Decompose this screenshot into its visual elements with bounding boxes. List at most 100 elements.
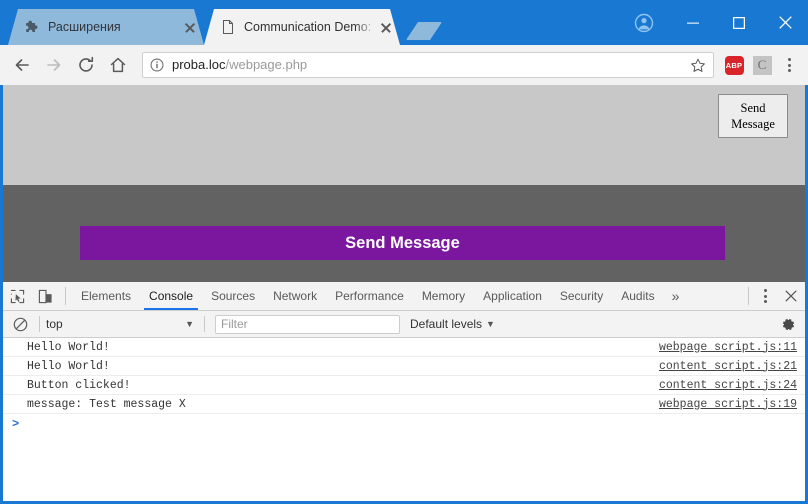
extension-adblock-plus-button[interactable]: ABP	[720, 49, 748, 81]
devtools-close-button[interactable]	[777, 282, 805, 310]
menu-dot	[787, 63, 791, 67]
extension-c-icon: C	[752, 55, 772, 75]
console-message-row[interactable]: Hello World! content script.js:21	[3, 357, 805, 376]
filterbar-divider	[204, 316, 205, 332]
puzzle-piece-icon	[26, 20, 38, 32]
tab-content: Расширения	[8, 9, 204, 45]
profile-avatar-button[interactable]	[618, 7, 670, 39]
home-icon	[110, 57, 126, 73]
console-message-row[interactable]: Button clicked! content script.js:24	[3, 376, 805, 395]
back-button[interactable]	[6, 49, 38, 81]
devtools-tab-performance[interactable]: Performance	[326, 282, 413, 310]
toolbar-divider	[65, 287, 66, 305]
tab-close-icon[interactable]	[182, 19, 198, 35]
native-button-line1: Send	[740, 101, 766, 115]
menu-dot	[763, 300, 767, 303]
clear-console-button[interactable]	[7, 311, 33, 337]
close-icon	[778, 16, 792, 29]
console-message-source-link[interactable]: webpage script.js:11	[659, 341, 797, 354]
log-levels-value: Default levels	[410, 317, 483, 331]
filterbar-divider	[39, 316, 40, 332]
execution-context-select[interactable]: top ▼	[46, 315, 198, 334]
devtools-tab-memory[interactable]: Memory	[413, 282, 474, 310]
clear-console-icon	[13, 317, 27, 331]
forward-button	[38, 49, 70, 81]
new-tab-button[interactable]	[406, 22, 442, 40]
tab-title: Расширения	[48, 20, 121, 34]
minimize-button[interactable]	[670, 7, 716, 39]
extension-c-button[interactable]: C	[748, 49, 776, 81]
console-input-prompt[interactable]: >	[3, 414, 805, 434]
reload-icon	[79, 56, 94, 72]
console-filter-bar: top ▼ Filter Default levels ▼	[3, 311, 805, 338]
devtools-settings-menu-button[interactable]	[753, 282, 777, 310]
devtools-tab-console[interactable]: Console	[140, 282, 202, 310]
inspect-element-button[interactable]	[3, 282, 31, 310]
console-message-source-link[interactable]: content script.js:21	[659, 360, 797, 373]
devtools-panel: Elements Console Sources Network Perform…	[0, 282, 808, 504]
home-button[interactable]	[102, 49, 134, 81]
reload-button[interactable]	[70, 49, 102, 81]
adblock-plus-icon: ABP	[724, 55, 744, 75]
devtools-settings-button[interactable]	[775, 317, 801, 332]
devtools-tab-network[interactable]: Network	[264, 282, 326, 310]
address-bar[interactable]: proba.loc/webpage.php	[142, 52, 714, 78]
chrome-menu-button[interactable]	[776, 49, 802, 81]
browser-tab-communication-demo[interactable]: Communication Demo: c	[204, 9, 400, 45]
devtools-tab-sources[interactable]: Sources	[202, 282, 264, 310]
maximize-icon	[733, 16, 745, 29]
console-message-row[interactable]: message: Test message X webpage script.j…	[3, 395, 805, 414]
minimize-icon	[687, 22, 699, 24]
devtools-tab-audits[interactable]: Audits	[612, 282, 663, 310]
filter-placeholder: Filter	[221, 317, 248, 331]
browser-tab-extensions[interactable]: Расширения	[8, 9, 204, 45]
window-controls	[618, 0, 808, 45]
profile-avatar-icon	[634, 13, 654, 32]
console-message-text: message: Test message X	[27, 397, 186, 411]
console-message-row[interactable]: Hello World! webpage script.js:11	[3, 338, 805, 357]
tabbar-divider	[748, 287, 749, 305]
devtools-tab-security[interactable]: Security	[551, 282, 612, 310]
forward-arrow-icon	[47, 59, 61, 71]
gear-icon	[782, 318, 794, 330]
tab-close-icon[interactable]	[378, 19, 394, 35]
console-message-source-link[interactable]: webpage script.js:19	[659, 398, 797, 411]
page-send-message-purple-button[interactable]: Send Message	[80, 226, 725, 260]
native-button-line2: Message	[731, 117, 775, 131]
device-toolbar-icon	[38, 289, 52, 303]
prompt-caret-icon: >	[12, 417, 20, 431]
console-message-source-link[interactable]: content script.js:24	[659, 379, 797, 392]
browser-window: Расширения Communication Demo: c proba.l…	[0, 0, 808, 504]
page-icon	[223, 20, 233, 34]
page-top-section: Send Message	[3, 85, 805, 185]
url-text: proba.loc/webpage.php	[172, 57, 685, 73]
page-viewport: Send Message Send Message	[0, 85, 808, 282]
devtools-tab-application[interactable]: Application	[474, 282, 551, 310]
close-button[interactable]	[762, 7, 808, 39]
menu-dot	[763, 294, 767, 298]
inspect-element-icon	[10, 289, 24, 303]
page-send-message-native-button[interactable]: Send Message	[718, 94, 788, 138]
tab-title: Communication Demo: c	[244, 20, 374, 34]
maximize-button[interactable]	[716, 7, 762, 39]
execution-context-value: top	[46, 317, 63, 331]
page-info-icon[interactable]	[149, 58, 165, 72]
chevron-down-icon: ▼	[185, 319, 194, 329]
title-bar: Расширения Communication Demo: c	[0, 0, 808, 45]
bookmark-star-icon[interactable]	[689, 57, 707, 74]
log-levels-select[interactable]: Default levels ▼	[410, 317, 495, 331]
console-filter-input[interactable]: Filter	[215, 314, 400, 334]
tabbar-spacer	[687, 282, 744, 310]
url-path: /webpage.php	[225, 57, 308, 72]
menu-dot	[787, 69, 791, 72]
device-toolbar-button[interactable]	[31, 282, 59, 310]
console-message-text: Hello World!	[27, 359, 110, 373]
chevron-down-icon: ▼	[486, 319, 495, 329]
console-message-list[interactable]: Hello World! webpage script.js:11 Hello …	[3, 338, 805, 501]
devtools-tab-elements[interactable]: Elements	[72, 282, 140, 310]
back-arrow-icon	[15, 59, 29, 71]
devtools-tab-bar: Elements Console Sources Network Perform…	[3, 282, 805, 311]
console-message-text: Button clicked!	[27, 378, 131, 392]
devtools-more-tabs-button[interactable]: »	[664, 282, 688, 310]
console-message-text: Hello World!	[27, 340, 110, 354]
